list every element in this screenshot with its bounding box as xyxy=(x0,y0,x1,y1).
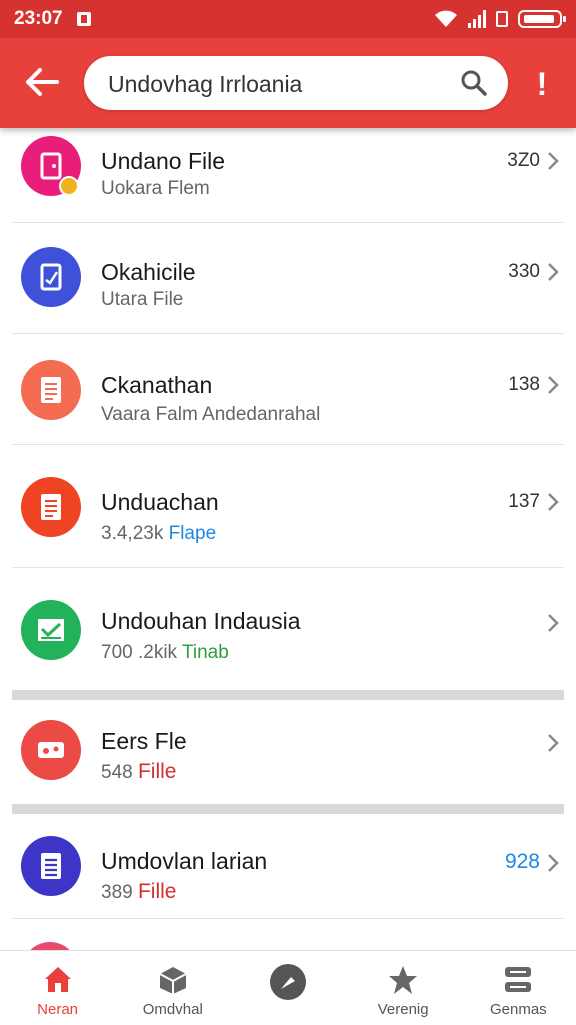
list-item-subtitle-accent: Fille xyxy=(137,880,177,903)
nav-label: Verenig xyxy=(377,1001,429,1018)
list-item-subtitle-text: 548 xyxy=(101,762,133,783)
box-icon xyxy=(159,967,187,994)
media-icon xyxy=(21,720,81,780)
arrow-left-icon xyxy=(26,68,59,96)
search-input[interactable] xyxy=(106,56,450,112)
nav-item-server[interactable]: Genmas xyxy=(463,951,573,1018)
chart-icon xyxy=(21,600,81,660)
chevron-right-icon xyxy=(548,854,559,872)
list-item[interactable]: Undano File Uokara Flem 3Z0 xyxy=(12,128,564,223)
chevron-right-icon xyxy=(548,152,559,170)
list-item-subtitle: 700 .2kik Tinab xyxy=(101,642,229,664)
document-pink-icon xyxy=(21,136,81,196)
list-item[interactable]: Eers Fle 548 Fille xyxy=(12,700,564,804)
list-item[interactable]: Umdovlan larian 389 Fille 928 xyxy=(12,814,564,919)
notification-icon xyxy=(76,12,91,26)
chevron-right-icon xyxy=(548,614,559,632)
nav-label: Omdvhal xyxy=(142,1001,203,1018)
list-item-subtitle: Utara File xyxy=(101,289,184,310)
home-icon xyxy=(44,967,71,992)
status-bar: 23:07 xyxy=(0,0,576,38)
list-item[interactable]: Unduachan 3.4,23k Flape 137 xyxy=(12,445,564,568)
list-item-meta: 928 xyxy=(504,850,540,873)
list-item-meta: 3Z0 xyxy=(507,150,540,171)
nav-item-box[interactable]: Omdvhal xyxy=(118,951,228,1018)
list-item-subtitle: Uokara Flem xyxy=(101,178,210,199)
list-item-subtitle-text: 3.4,23k xyxy=(101,523,164,544)
search-box xyxy=(84,56,508,112)
back-button[interactable] xyxy=(22,62,62,102)
star-icon xyxy=(389,966,418,994)
list-item-subtitle: 3.4,23k Flape xyxy=(101,523,216,545)
list-item-title: Undano File xyxy=(101,148,226,174)
list-item-subtitle-accent: Fille xyxy=(137,760,177,783)
nav-item-home[interactable]: Neran xyxy=(3,951,113,1018)
sim-icon xyxy=(496,11,508,27)
list-item-subtitle-text: 389 xyxy=(101,882,133,903)
list-item[interactable]: Undouhan Indausia 700 .2kik Tinab xyxy=(12,568,564,690)
alert-icon[interactable]: ! xyxy=(528,64,556,104)
list-item-title: Okahicile xyxy=(101,259,196,285)
nav-label: Genmas xyxy=(489,1001,547,1018)
nav-label: Neran xyxy=(37,1001,79,1018)
list-item-meta: 137 xyxy=(508,491,540,512)
list-item[interactable]: Okahicile Utara File 330 xyxy=(12,223,564,334)
list-item-title: Ckanathan xyxy=(101,372,213,398)
list-item-subtitle: Vaara Falm Andedanrahal xyxy=(101,404,321,425)
list-item-title: Unduachan xyxy=(101,489,219,515)
nav-item-compass[interactable] xyxy=(233,951,343,1005)
battery-icon xyxy=(518,10,566,28)
list-item-subtitle-text: 700 .2kik xyxy=(101,642,178,663)
list-item-subtitle-accent: Flape xyxy=(168,523,217,544)
status-time: 23:07 xyxy=(14,8,63,29)
file-list: Undano File Uokara Flem 3Z0 Okahicile Ut… xyxy=(0,128,576,919)
chevron-right-icon xyxy=(548,263,559,281)
search-icon[interactable] xyxy=(460,69,488,97)
list-item-title: Umdovlan larian xyxy=(101,848,268,874)
chevron-right-icon xyxy=(548,493,559,511)
wifi-icon xyxy=(435,10,457,27)
list-item-title: Undouhan Indausia xyxy=(101,608,301,634)
list-item-subtitle-accent: Tinab xyxy=(181,642,229,663)
list-item[interactable]: Ckanathan Vaara Falm Andedanrahal 138 xyxy=(12,334,564,445)
list-item-title: Eers Fle xyxy=(101,728,187,754)
list-item-subtitle: 548 Fille xyxy=(101,760,177,784)
list-item-meta: 138 xyxy=(508,374,540,395)
nav-item-star[interactable]: Verenig xyxy=(348,951,458,1018)
section-divider xyxy=(12,804,564,814)
chevron-right-icon xyxy=(548,376,559,394)
list-document-icon xyxy=(21,836,81,896)
compass-icon xyxy=(269,964,306,1000)
bottom-nav: Neran Omdvhal Verenig Genmas xyxy=(0,950,576,1025)
server-icon xyxy=(505,967,532,992)
chevron-right-icon xyxy=(548,734,559,752)
signal-icon xyxy=(468,10,486,28)
list-item-subtitle: 389 Fille xyxy=(101,880,177,904)
edit-document-icon xyxy=(21,247,81,307)
app-bar: ! xyxy=(0,38,576,128)
file-lines-icon xyxy=(21,477,81,537)
section-divider xyxy=(12,690,564,700)
list-item-meta: 330 xyxy=(508,261,540,282)
text-document-icon xyxy=(21,360,81,420)
